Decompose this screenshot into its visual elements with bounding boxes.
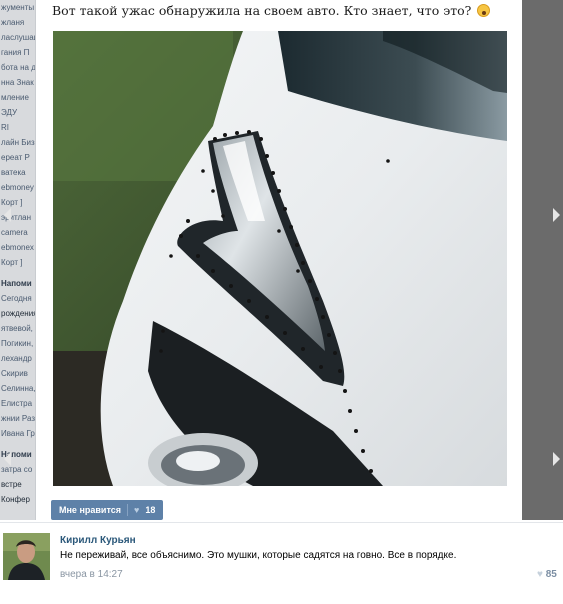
sidebar-item[interactable]: Елистра: [0, 396, 35, 411]
comment-text: Не переживай, все объяснимо. Это мушки, …: [60, 550, 457, 561]
sidebar-item[interactable]: нна Знак: [0, 75, 35, 90]
sidebar-item[interactable]: camera: [0, 225, 35, 240]
fearful-face-icon: [477, 4, 491, 17]
avatar[interactable]: [3, 533, 50, 580]
next-arrow-icon[interactable]: [553, 208, 560, 222]
sidebar-item[interactable]: ЭДУ: [0, 105, 35, 120]
prev-arrow-icon-lower[interactable]: [4, 452, 11, 466]
sidebar-item[interactable]: гания П: [0, 45, 35, 60]
sidebar-item[interactable]: Погикин,: [0, 336, 35, 351]
sidebar-item[interactable]: ятвевой,: [0, 321, 35, 336]
sidebar-item[interactable]: ebmonex: [0, 240, 35, 255]
photo-viewer-overlay: [522, 0, 563, 520]
sidebar-item[interactable]: мление: [0, 90, 35, 105]
sidebar-item[interactable]: Конфер: [0, 492, 35, 507]
sidebar-item[interactable]: лехандр: [0, 351, 35, 366]
left-sidebar: жументы жланя лаcлушаи гания Пбота на д нна …: [0, 0, 36, 520]
post-text-body: Вот такой ужас обнаружила на своем авто.…: [52, 3, 472, 18]
post-photo[interactable]: [53, 31, 507, 486]
sidebar-item[interactable]: Скирив: [0, 366, 35, 381]
comment-like-count: 85: [545, 569, 557, 580]
comment-like-button[interactable]: ♥ 85: [537, 569, 557, 580]
prev-arrow-icon[interactable]: [4, 208, 11, 222]
comment-time[interactable]: вчера в 14:27: [60, 569, 123, 580]
sidebar-item[interactable]: встре: [0, 477, 35, 492]
post-text: Вот такой ужас обнаружила на своем авто.…: [52, 3, 491, 18]
sidebar-item[interactable]: жнии Раз: [0, 411, 35, 426]
sidebar-item[interactable]: Напоми: [0, 276, 35, 291]
sidebar-item[interactable]: лаcлушаи: [0, 30, 35, 45]
sidebar-item[interactable]: Селинна,: [0, 381, 35, 396]
like-separator: [127, 504, 128, 516]
sidebar-item[interactable]: Сегодня: [0, 291, 35, 306]
sidebar-item[interactable]: ватека: [0, 165, 35, 180]
comment-author[interactable]: Кирилл Курьян: [60, 535, 136, 546]
car-photo-image: [53, 31, 507, 486]
wall-post: Вот такой ужас обнаружила на своем авто.…: [37, 0, 522, 520]
like-button[interactable]: Мне нравится ♥ 18: [51, 500, 164, 520]
sidebar-item[interactable]: лайн Биз: [0, 135, 35, 150]
sidebar-item[interactable]: ереат Р: [0, 150, 35, 165]
sidebar-item[interactable]: Корт ]: [0, 255, 35, 270]
sidebar-item[interactable]: жланя: [0, 15, 35, 30]
comment-item: Кирилл Курьян Не переживай, все объясним…: [0, 522, 563, 604]
sidebar-item[interactable]: жументы: [0, 0, 35, 15]
sidebar-item[interactable]: RI: [0, 120, 35, 135]
sidebar-item[interactable]: Ивана Гр: [0, 426, 35, 441]
sidebar-item[interactable]: бота на д: [0, 60, 35, 75]
avatar-photo: [3, 533, 50, 580]
like-label: Мне нравится: [59, 505, 121, 515]
like-count: 18: [145, 505, 156, 515]
heart-icon: ♥: [537, 569, 543, 580]
sidebar-item[interactable]: рождения: [0, 306, 35, 321]
sidebar-item[interactable]: ebmoney: [0, 180, 35, 195]
next-arrow-icon-lower[interactable]: [553, 452, 560, 466]
heart-icon: ♥: [134, 505, 140, 515]
